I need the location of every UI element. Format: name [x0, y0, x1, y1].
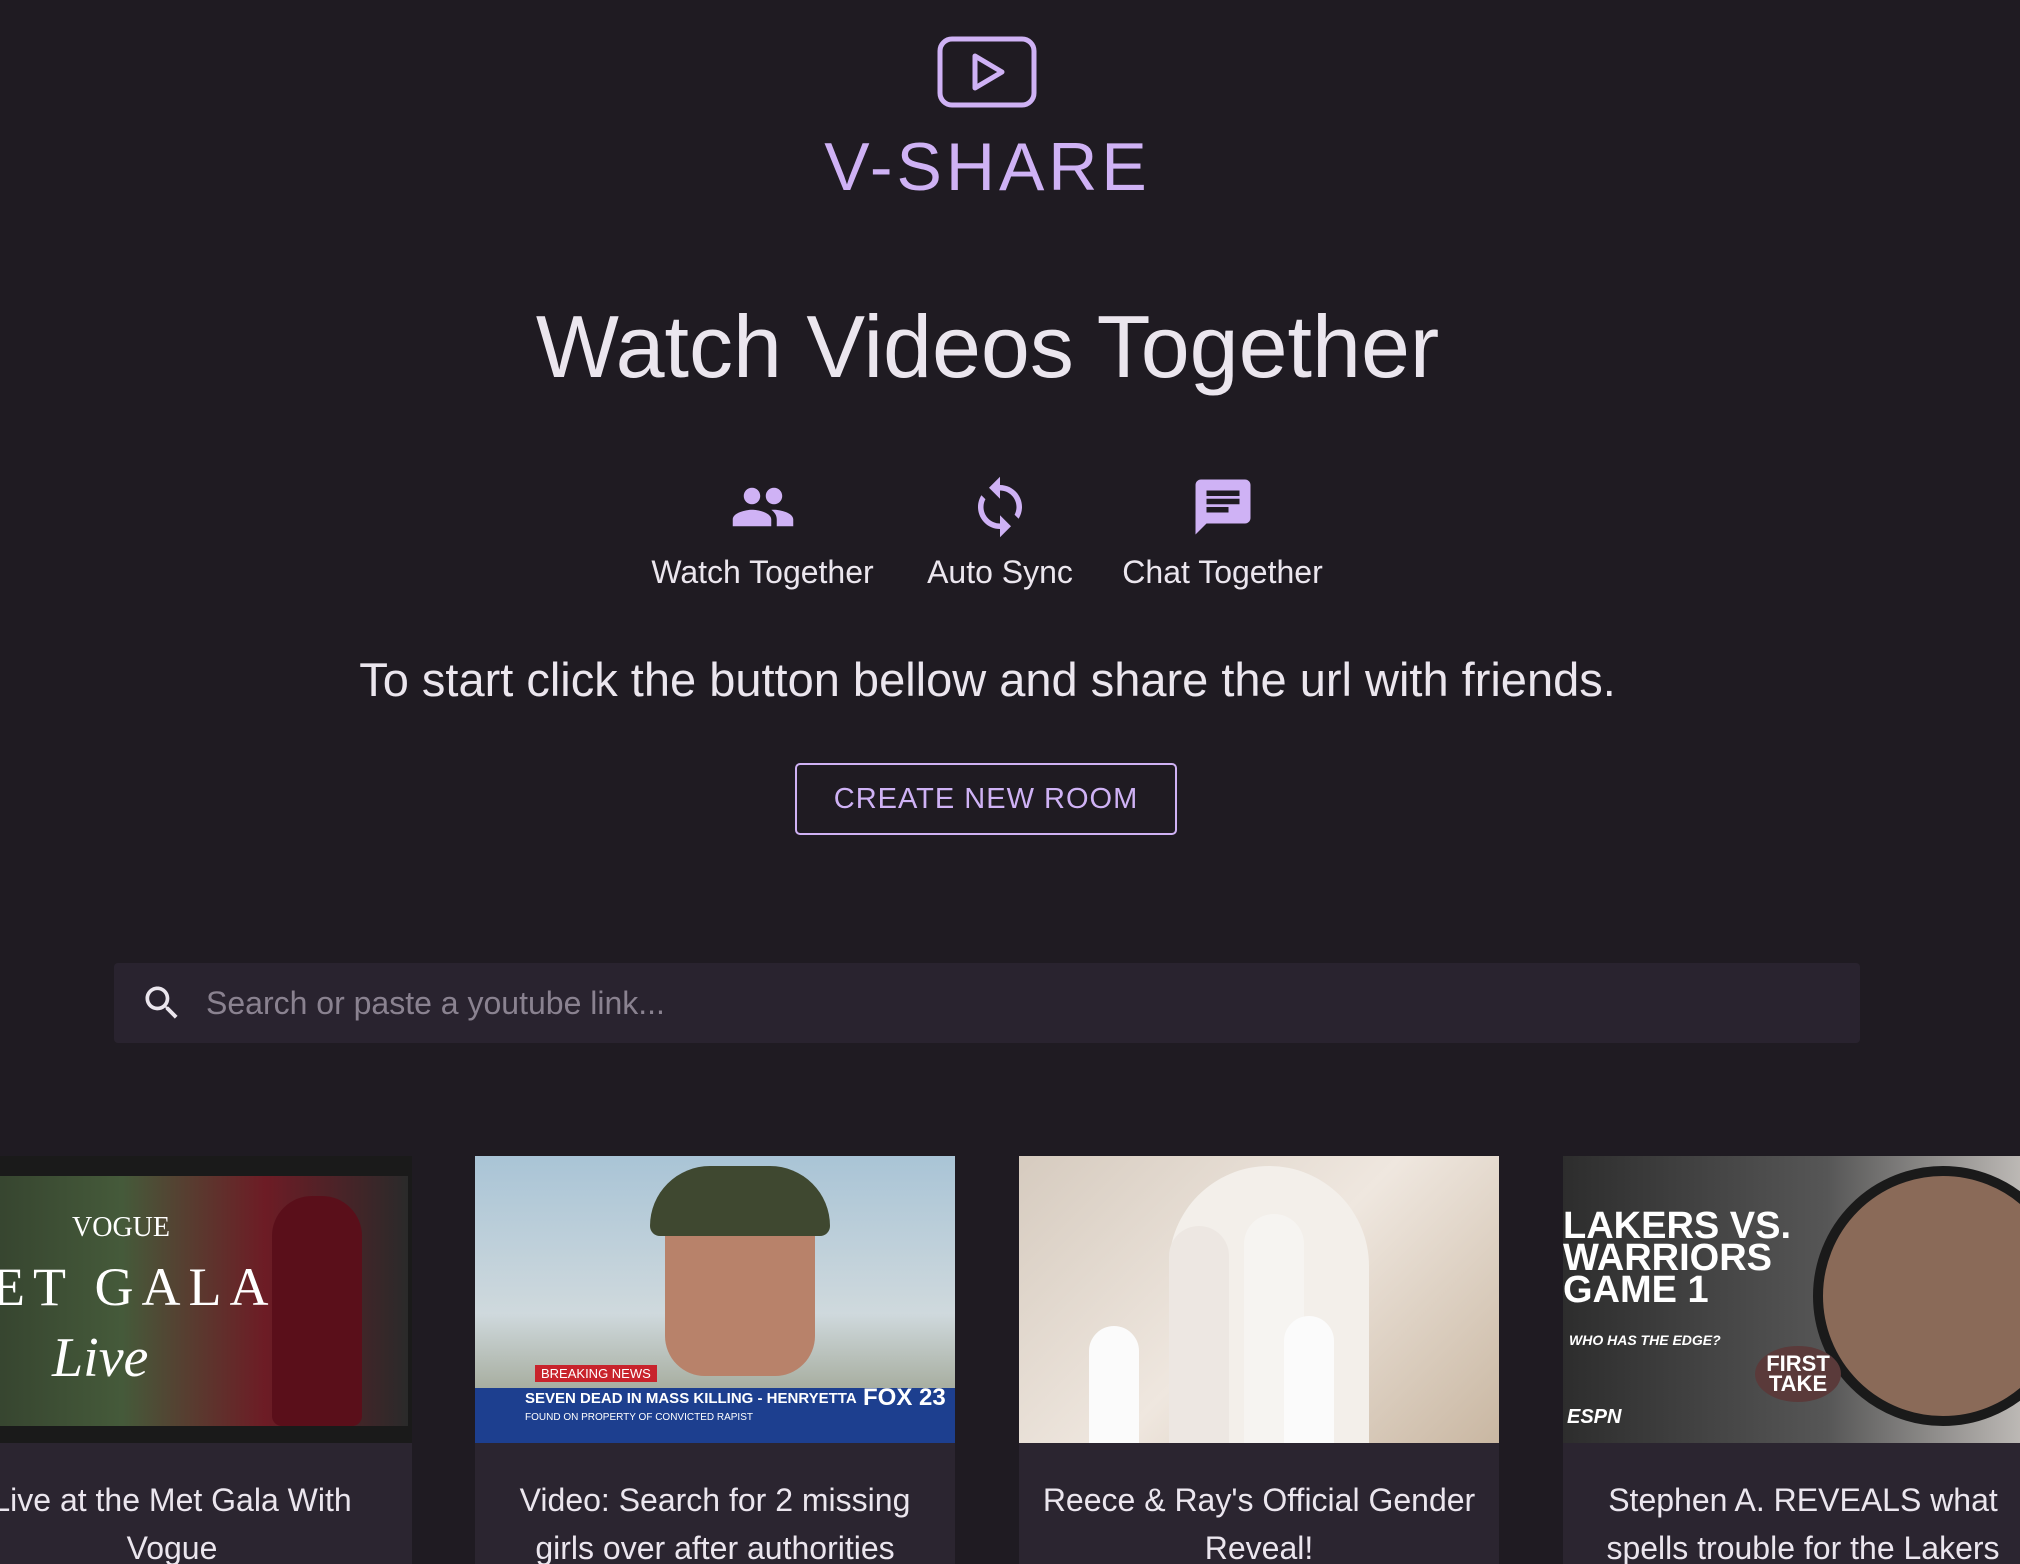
video-thumbnail[interactable]: VOGUE ET GALA Live	[0, 1156, 412, 1443]
feature-auto-sync: Auto Sync	[920, 474, 1080, 591]
page-title: Watch Videos Together	[535, 297, 1440, 396]
thumbnail-text: FOX 23	[863, 1384, 946, 1411]
brand-name: V-SHARE	[824, 129, 1151, 205]
play-logo-icon	[937, 36, 1037, 108]
video-title[interactable]: Video: Search for 2 missing girls over a…	[495, 1476, 935, 1564]
video-thumbnail[interactable]	[1019, 1156, 1499, 1443]
thumbnail-text: VOGUE	[72, 1212, 170, 1243]
sync-icon	[920, 474, 1080, 540]
video-title[interactable]: Reece & Ray's Official Gender Reveal!	[1039, 1476, 1479, 1564]
thumbnail-text: BREAKING NEWS	[535, 1365, 657, 1382]
landing-page: V-SHARE Watch Videos Together Watch Toge…	[0, 0, 2020, 1564]
video-card[interactable]: LAKERS VS. WARRIORS GAME 1 WHO HAS THE E…	[1563, 1156, 2020, 1564]
thumbnail-text: LAKERS VS. WARRIORS GAME 1	[1563, 1205, 1792, 1311]
chat-icon	[1115, 474, 1330, 540]
people-icon	[645, 474, 880, 540]
search-bar[interactable]	[114, 963, 1860, 1043]
thumbnail-text: ET GALA	[0, 1257, 277, 1317]
search-icon	[145, 986, 178, 1019]
thumbnail-text: SEVEN DEAD IN MASS KILLING - HENRYETTA	[525, 1390, 857, 1407]
video-card[interactable]: BREAKING NEWS SEVEN DEAD IN MASS KILLING…	[475, 1156, 955, 1564]
video-card[interactable]: VOGUE ET GALA Live Live at the Met Gala …	[0, 1156, 412, 1564]
video-thumbnail[interactable]: LAKERS VS. WARRIORS GAME 1 WHO HAS THE E…	[1563, 1156, 2020, 1443]
feature-label: Auto Sync	[927, 554, 1073, 590]
thumbnail-text: FOUND ON PROPERTY OF CONVICTED RAPIST	[525, 1412, 753, 1423]
thumbnail-text: FIRST TAKE	[1755, 1346, 1841, 1402]
search-input[interactable]	[204, 983, 1860, 1023]
thumbnail-text: ESPN	[1567, 1406, 1622, 1428]
feature-label: Watch Together	[651, 554, 874, 590]
feature-chat-together: Chat Together	[1115, 474, 1330, 591]
feature-watch-together: Watch Together	[645, 474, 880, 591]
create-new-room-button[interactable]: CREATE NEW ROOM	[795, 763, 1177, 835]
video-card[interactable]: Reece & Ray's Official Gender Reveal!	[1019, 1156, 1499, 1564]
video-title[interactable]: Live at the Met Gala With Vogue	[0, 1476, 392, 1564]
instructions-text: To start click the button bellow and sha…	[359, 653, 1616, 706]
video-thumbnail[interactable]: BREAKING NEWS SEVEN DEAD IN MASS KILLING…	[475, 1156, 955, 1443]
thumbnail-text: WHO HAS THE EDGE?	[1569, 1332, 1721, 1348]
thumbnail-text: Live	[52, 1327, 149, 1389]
video-title[interactable]: Stephen A. REVEALS what spells trouble f…	[1583, 1476, 2020, 1564]
feature-label: Chat Together	[1122, 554, 1323, 590]
